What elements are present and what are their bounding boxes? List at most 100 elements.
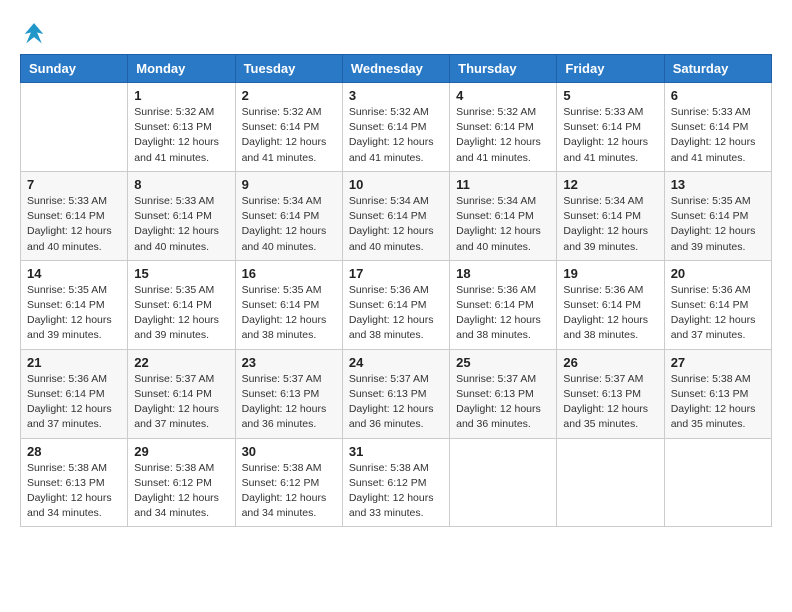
day-info: Sunrise: 5:33 AMSunset: 6:14 PMDaylight:…: [671, 105, 765, 166]
calendar-cell: 21Sunrise: 5:36 AMSunset: 6:14 PMDayligh…: [21, 349, 128, 438]
day-info: Sunrise: 5:33 AMSunset: 6:14 PMDaylight:…: [27, 194, 121, 255]
day-info: Sunrise: 5:32 AMSunset: 6:14 PMDaylight:…: [456, 105, 550, 166]
day-info: Sunrise: 5:32 AMSunset: 6:13 PMDaylight:…: [134, 105, 228, 166]
calendar-week-row: 7 Sunrise: 5:33 AMSunset: 6:14 PMDaylight…: [21, 171, 772, 260]
calendar-cell: 18Sunrise: 5:36 AMSunset: 6:14 PMDayligh…: [450, 260, 557, 349]
day-info: Sunrise: 5:37 AMSunset: 6:13 PMDaylight:…: [349, 372, 443, 433]
calendar-cell: 5 Sunrise: 5:33 AMSunset: 6:14 PMDaylight…: [557, 83, 664, 172]
day-number: 4: [456, 88, 550, 103]
day-info: Sunrise: 5:38 AMSunset: 6:12 PMDaylight:…: [134, 461, 228, 522]
calendar-cell: [21, 83, 128, 172]
day-number: 29: [134, 444, 228, 459]
day-info: Sunrise: 5:37 AMSunset: 6:14 PMDaylight:…: [134, 372, 228, 433]
day-info: Sunrise: 5:37 AMSunset: 6:13 PMDaylight:…: [456, 372, 550, 433]
calendar-header-thursday: Thursday: [450, 55, 557, 83]
calendar-cell: 24 Sunrise: 5:37 AMSunset: 6:13 PMDayligh…: [342, 349, 449, 438]
day-info: Sunrise: 5:35 AMSunset: 6:14 PMDaylight:…: [242, 283, 336, 344]
day-info: Sunrise: 5:36 AMSunset: 6:14 PMDaylight:…: [27, 372, 121, 433]
day-info: Sunrise: 5:34 AMSunset: 6:14 PMDaylight:…: [242, 194, 336, 255]
calendar-cell: 20Sunrise: 5:36 AMSunset: 6:14 PMDayligh…: [664, 260, 771, 349]
day-info: Sunrise: 5:38 AMSunset: 6:13 PMDaylight:…: [27, 461, 121, 522]
calendar-cell: 7 Sunrise: 5:33 AMSunset: 6:14 PMDaylight…: [21, 171, 128, 260]
day-info: Sunrise: 5:38 AMSunset: 6:12 PMDaylight:…: [349, 461, 443, 522]
calendar-cell: 28 Sunrise: 5:38 AMSunset: 6:13 PMDayligh…: [21, 438, 128, 527]
calendar-cell: 8 Sunrise: 5:33 AMSunset: 6:14 PMDaylight…: [128, 171, 235, 260]
day-number: 30: [242, 444, 336, 459]
calendar-cell: 19 Sunrise: 5:36 AMSunset: 6:14 PMDayligh…: [557, 260, 664, 349]
calendar-cell: [557, 438, 664, 527]
day-number: 25: [456, 355, 550, 370]
day-info: Sunrise: 5:38 AMSunset: 6:12 PMDaylight:…: [242, 461, 336, 522]
day-number: 10: [349, 177, 443, 192]
day-info: Sunrise: 5:36 AMSunset: 6:14 PMDaylight:…: [349, 283, 443, 344]
day-info: Sunrise: 5:36 AMSunset: 6:14 PMDaylight:…: [563, 283, 657, 344]
day-number: 7: [27, 177, 121, 192]
calendar-cell: 2 Sunrise: 5:32 AMSunset: 6:14 PMDaylight…: [235, 83, 342, 172]
day-number: 23: [242, 355, 336, 370]
logo: [20, 20, 52, 48]
day-number: 27: [671, 355, 765, 370]
calendar-cell: 23Sunrise: 5:37 AMSunset: 6:13 PMDayligh…: [235, 349, 342, 438]
calendar-week-row: 14Sunrise: 5:35 AMSunset: 6:14 PMDayligh…: [21, 260, 772, 349]
calendar-cell: 26 Sunrise: 5:37 AMSunset: 6:13 PMDayligh…: [557, 349, 664, 438]
day-info: Sunrise: 5:34 AMSunset: 6:14 PMDaylight:…: [563, 194, 657, 255]
calendar-cell: 10 Sunrise: 5:34 AMSunset: 6:14 PMDayligh…: [342, 171, 449, 260]
calendar-header-friday: Friday: [557, 55, 664, 83]
day-number: 13: [671, 177, 765, 192]
day-info: Sunrise: 5:34 AMSunset: 6:14 PMDaylight:…: [349, 194, 443, 255]
day-number: 8: [134, 177, 228, 192]
day-number: 19: [563, 266, 657, 281]
day-info: Sunrise: 5:34 AMSunset: 6:14 PMDaylight:…: [456, 194, 550, 255]
calendar-cell: 12 Sunrise: 5:34 AMSunset: 6:14 PMDayligh…: [557, 171, 664, 260]
day-number: 2: [242, 88, 336, 103]
day-number: 5: [563, 88, 657, 103]
calendar-cell: 22Sunrise: 5:37 AMSunset: 6:14 PMDayligh…: [128, 349, 235, 438]
calendar-cell: 3 Sunrise: 5:32 AMSunset: 6:14 PMDaylight…: [342, 83, 449, 172]
day-number: 6: [671, 88, 765, 103]
calendar-week-row: 21Sunrise: 5:36 AMSunset: 6:14 PMDayligh…: [21, 349, 772, 438]
day-number: 26: [563, 355, 657, 370]
calendar-cell: [450, 438, 557, 527]
day-number: 12: [563, 177, 657, 192]
day-number: 16: [242, 266, 336, 281]
day-info: Sunrise: 5:35 AMSunset: 6:14 PMDaylight:…: [671, 194, 765, 255]
day-number: 18: [456, 266, 550, 281]
calendar-cell: 25 Sunrise: 5:37 AMSunset: 6:13 PMDayligh…: [450, 349, 557, 438]
day-number: 11: [456, 177, 550, 192]
calendar-cell: 1 Sunrise: 5:32 AMSunset: 6:13 PMDaylight…: [128, 83, 235, 172]
day-number: 28: [27, 444, 121, 459]
logo-icon: [20, 20, 48, 48]
day-info: Sunrise: 5:32 AMSunset: 6:14 PMDaylight:…: [349, 105, 443, 166]
calendar-cell: 14Sunrise: 5:35 AMSunset: 6:14 PMDayligh…: [21, 260, 128, 349]
calendar-cell: 27 Sunrise: 5:38 AMSunset: 6:13 PMDayligh…: [664, 349, 771, 438]
calendar-cell: 31 Sunrise: 5:38 AMSunset: 6:12 PMDayligh…: [342, 438, 449, 527]
day-info: Sunrise: 5:35 AMSunset: 6:14 PMDaylight:…: [27, 283, 121, 344]
calendar-cell: 6 Sunrise: 5:33 AMSunset: 6:14 PMDaylight…: [664, 83, 771, 172]
day-number: 31: [349, 444, 443, 459]
calendar-header-row: SundayMondayTuesdayWednesdayThursdayFrid…: [21, 55, 772, 83]
day-number: 15: [134, 266, 228, 281]
calendar-week-row: 28 Sunrise: 5:38 AMSunset: 6:13 PMDayligh…: [21, 438, 772, 527]
day-number: 17: [349, 266, 443, 281]
day-info: Sunrise: 5:38 AMSunset: 6:13 PMDaylight:…: [671, 372, 765, 433]
calendar: SundayMondayTuesdayWednesdayThursdayFrid…: [20, 54, 772, 527]
calendar-cell: 16 Sunrise: 5:35 AMSunset: 6:14 PMDayligh…: [235, 260, 342, 349]
calendar-header-tuesday: Tuesday: [235, 55, 342, 83]
day-number: 1: [134, 88, 228, 103]
day-number: 24: [349, 355, 443, 370]
calendar-week-row: 1 Sunrise: 5:32 AMSunset: 6:13 PMDaylight…: [21, 83, 772, 172]
calendar-header-monday: Monday: [128, 55, 235, 83]
calendar-cell: 15Sunrise: 5:35 AMSunset: 6:14 PMDayligh…: [128, 260, 235, 349]
calendar-cell: 13 Sunrise: 5:35 AMSunset: 6:14 PMDayligh…: [664, 171, 771, 260]
calendar-header-wednesday: Wednesday: [342, 55, 449, 83]
calendar-cell: 11 Sunrise: 5:34 AMSunset: 6:14 PMDayligh…: [450, 171, 557, 260]
calendar-header-sunday: Sunday: [21, 55, 128, 83]
day-info: Sunrise: 5:33 AMSunset: 6:14 PMDaylight:…: [563, 105, 657, 166]
day-info: Sunrise: 5:37 AMSunset: 6:13 PMDaylight:…: [563, 372, 657, 433]
page-header: [20, 20, 772, 48]
calendar-cell: 30 Sunrise: 5:38 AMSunset: 6:12 PMDayligh…: [235, 438, 342, 527]
day-info: Sunrise: 5:33 AMSunset: 6:14 PMDaylight:…: [134, 194, 228, 255]
day-info: Sunrise: 5:32 AMSunset: 6:14 PMDaylight:…: [242, 105, 336, 166]
day-info: Sunrise: 5:36 AMSunset: 6:14 PMDaylight:…: [671, 283, 765, 344]
day-number: 3: [349, 88, 443, 103]
